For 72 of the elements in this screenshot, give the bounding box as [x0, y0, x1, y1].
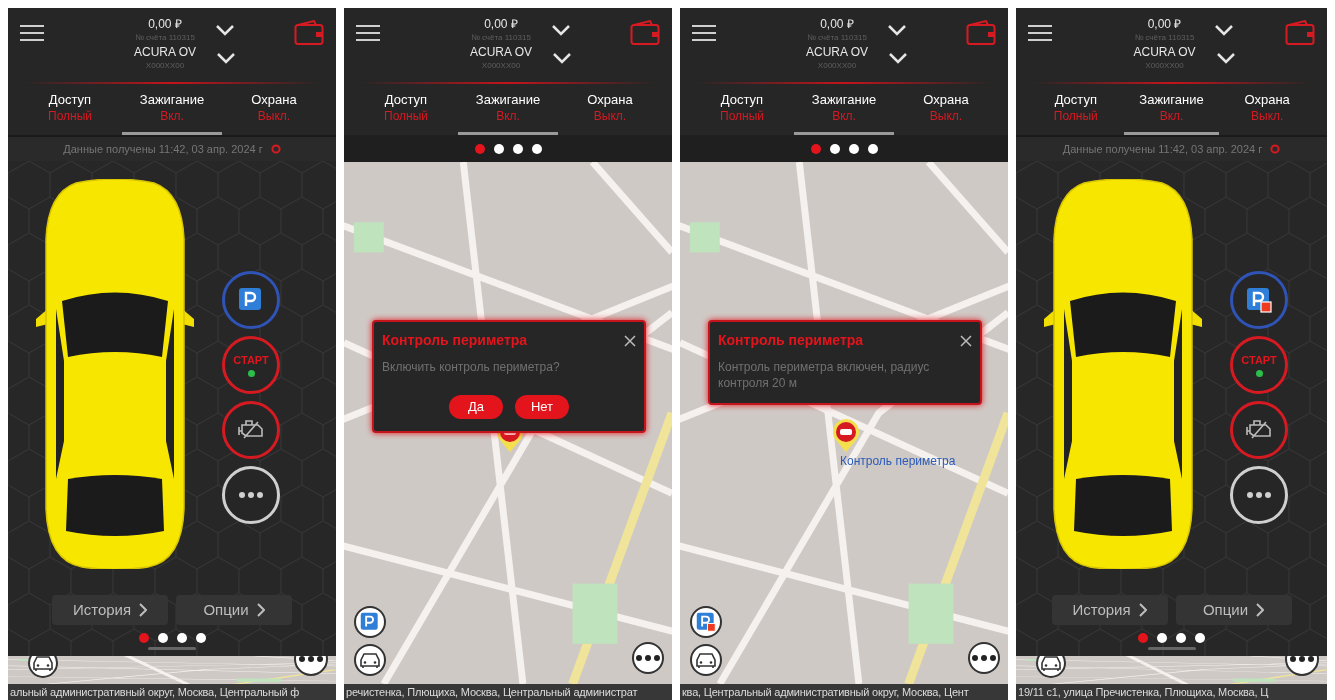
nav-button[interactable]: История — [52, 595, 168, 625]
chevron-down-icon[interactable] — [888, 52, 908, 64]
address-bar: альный административный округ, Москва, Центральный ф — [8, 684, 336, 700]
car-refresh-button[interactable] — [1036, 656, 1066, 678]
status-tab[interactable]: Охрана Выкл. — [560, 88, 660, 135]
car-refresh-button[interactable] — [28, 656, 58, 678]
balance-text: 0,00 ₽ — [820, 16, 854, 32]
balance-text: 0,00 ₽ — [1147, 16, 1182, 32]
car-name: ACURA OV — [806, 44, 868, 60]
balance-text: 0,00 ₽ — [148, 16, 182, 32]
more-icon — [239, 492, 263, 498]
engine-icon — [1244, 419, 1274, 441]
more-icon — [972, 655, 996, 661]
data-timestamp: Данные получены 11:42, 03 апр. 2024 г — [63, 141, 263, 157]
dialog-button[interactable]: Да — [449, 395, 503, 419]
chevron-down-icon[interactable] — [216, 52, 236, 64]
address-bar: ква, Центральный административный округ, Москва, Цент — [680, 684, 1008, 700]
wallet-icon[interactable] — [966, 20, 996, 46]
chevron-down-icon[interactable] — [1214, 24, 1235, 36]
status-tab[interactable]: Доступ Полный — [20, 88, 120, 135]
chevron-down-icon[interactable] — [550, 24, 571, 36]
menu-icon[interactable] — [20, 24, 44, 42]
chevron-right-icon — [1256, 603, 1265, 617]
chevron-down-icon[interactable] — [214, 24, 235, 36]
chevron-right-icon — [1138, 603, 1147, 617]
dialog-message: Включить контроль периметра? — [382, 359, 561, 375]
marker-label: Контроль периметра — [840, 453, 956, 470]
balance-text: 0,00 ₽ — [484, 16, 518, 32]
car-name: ACURA OV — [134, 44, 196, 60]
dialog-button[interactable]: Нет — [515, 395, 569, 419]
data-timestamp: Данные получены 11:42, 03 апр. 2024 г — [1062, 141, 1263, 157]
status-tab[interactable]: Доступ Полный — [692, 88, 792, 135]
address-bar: речистенка, Плющиха, Москва, Центральный администрат — [344, 684, 672, 700]
more-icon — [1247, 492, 1271, 498]
status-tab[interactable]: Охрана Выкл. — [896, 88, 996, 135]
dialog-message: Контроль периметра включен, радиус контроля 20 м — [718, 359, 931, 391]
chevron-down-icon[interactable] — [886, 24, 907, 36]
car-icon — [693, 651, 719, 669]
more-icon — [636, 655, 660, 661]
car-name: ACURA OV — [1133, 44, 1196, 60]
wallet-icon[interactable] — [1285, 20, 1315, 46]
wallet-icon[interactable] — [294, 20, 324, 46]
chevron-right-icon — [256, 603, 265, 617]
nav-button[interactable]: История — [1051, 595, 1168, 625]
engine-icon — [236, 419, 266, 441]
car-icon — [1038, 656, 1064, 672]
car-icon — [30, 656, 56, 672]
nav-button[interactable]: Опции — [176, 595, 292, 625]
wallet-icon[interactable] — [630, 20, 660, 46]
refresh-icon[interactable] — [1270, 144, 1281, 154]
dialog-title: Контроль периметра — [382, 331, 528, 350]
more-icon — [299, 656, 323, 662]
menu-icon[interactable] — [356, 24, 380, 42]
car-icon — [357, 651, 383, 669]
close-icon[interactable] — [624, 334, 636, 347]
car-name: ACURA OV — [470, 44, 532, 60]
more-icon — [1290, 656, 1314, 662]
dialog-title: Контроль периметра — [718, 331, 864, 350]
nav-button[interactable]: Опции — [1175, 595, 1292, 625]
status-tab[interactable]: Доступ Полный — [1028, 88, 1124, 135]
status-tab[interactable]: Доступ Полный — [356, 88, 456, 135]
close-icon[interactable] — [960, 334, 972, 347]
menu-icon[interactable] — [1028, 24, 1052, 42]
chevron-down-icon[interactable] — [1215, 52, 1236, 64]
address-bar: 19/11 с1, улица Пречистенка, Плющиха, Москва, Ц — [1016, 684, 1327, 700]
menu-icon[interactable] — [692, 24, 716, 42]
refresh-icon[interactable] — [270, 144, 281, 154]
chevron-down-icon[interactable] — [552, 52, 572, 64]
chevron-right-icon — [139, 603, 148, 617]
status-tab[interactable]: Охрана Выкл. — [1219, 88, 1315, 135]
status-tab[interactable]: Охрана Выкл. — [224, 88, 324, 135]
car-marker-icon — [831, 417, 861, 453]
